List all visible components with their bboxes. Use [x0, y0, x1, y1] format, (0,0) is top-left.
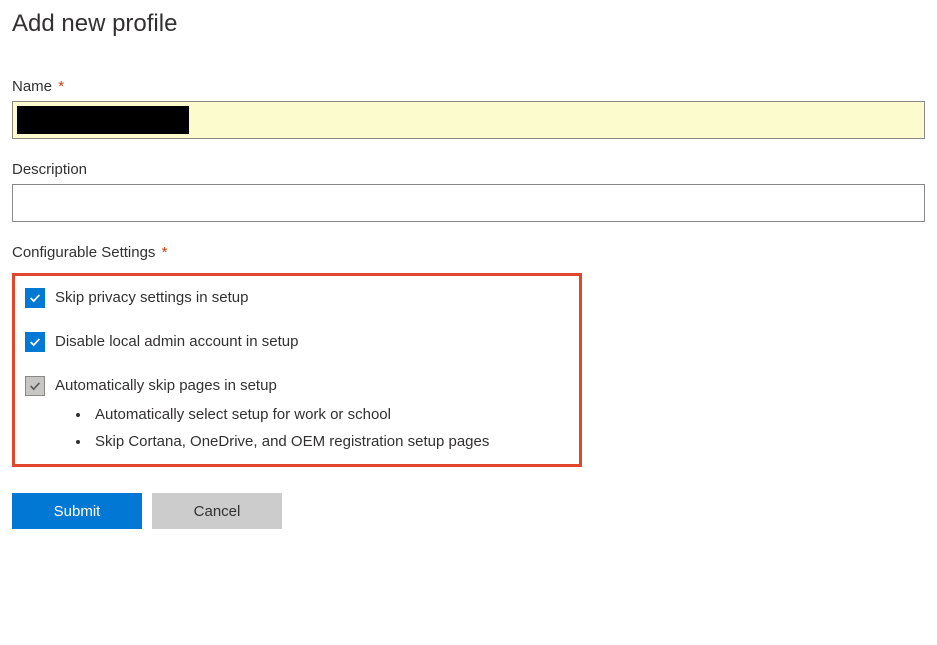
checkbox-row-disable-local-admin: Disable local admin account in setup	[25, 332, 569, 352]
checkmark-icon	[28, 291, 42, 305]
auto-skip-sublist: Automatically select setup for work or s…	[91, 406, 569, 450]
checkbox-skip-privacy[interactable]	[25, 288, 45, 308]
checkbox-row-auto-skip-pages: Automatically skip pages in setup Automa…	[25, 376, 569, 450]
list-item: Skip Cortana, OneDrive, and OEM registra…	[91, 433, 569, 450]
checkbox-disable-local-admin[interactable]	[25, 332, 45, 352]
checkmark-icon	[28, 335, 42, 349]
submit-button[interactable]: Submit	[12, 493, 142, 529]
checkbox-content: Disable local admin account in setup	[55, 332, 569, 352]
list-item: Automatically select setup for work or s…	[91, 406, 569, 423]
name-label: Name *	[12, 78, 925, 95]
required-indicator: *	[58, 78, 64, 95]
checkbox-row-skip-privacy: Skip privacy settings in setup	[25, 288, 569, 308]
description-input[interactable]	[12, 184, 925, 222]
name-label-text: Name	[12, 78, 52, 95]
name-field-group: Name *	[12, 78, 925, 139]
checkbox-auto-skip-pages	[25, 376, 45, 396]
name-input-wrapper	[12, 101, 925, 139]
button-row: Submit Cancel	[12, 493, 925, 529]
checkbox-content: Automatically skip pages in setup Automa…	[55, 376, 569, 450]
redacted-name-value	[17, 106, 189, 134]
cancel-button[interactable]: Cancel	[152, 493, 282, 529]
settings-highlight-box: Skip privacy settings in setup Disable l…	[12, 273, 582, 467]
description-field-group: Description	[12, 161, 925, 222]
checkmark-icon	[28, 379, 42, 393]
settings-label: Configurable Settings *	[12, 244, 925, 261]
settings-label-text: Configurable Settings	[12, 244, 155, 261]
checkbox-label: Skip privacy settings in setup	[55, 289, 248, 306]
checkbox-label: Automatically skip pages in setup	[55, 377, 277, 394]
required-indicator: *	[162, 244, 168, 261]
description-label: Description	[12, 161, 925, 178]
page-title: Add new profile	[12, 10, 925, 38]
checkbox-content: Skip privacy settings in setup	[55, 288, 569, 308]
configurable-settings-section: Configurable Settings * Skip privacy set…	[12, 244, 925, 467]
checkbox-label: Disable local admin account in setup	[55, 333, 298, 350]
